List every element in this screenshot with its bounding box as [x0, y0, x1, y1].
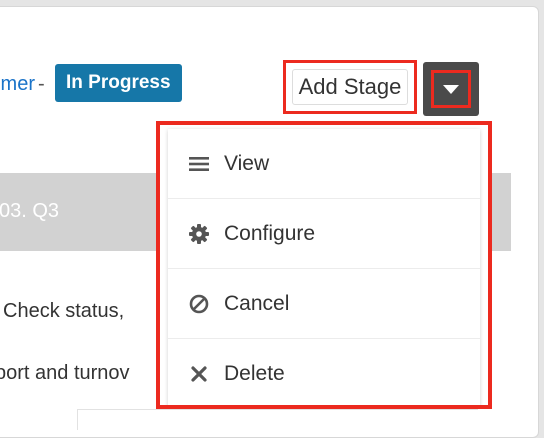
menu-item-view[interactable]: View — [168, 129, 480, 199]
actions-menu-list: View Configure Cancel Delete — [168, 129, 480, 405]
caret-down-icon — [443, 84, 459, 94]
menu-item-delete[interactable]: Delete — [168, 339, 480, 405]
menu-item-label: Configure — [224, 221, 316, 245]
dropdown-highlight — [431, 70, 471, 108]
menu-item-label: Cancel — [224, 291, 290, 315]
gear-icon — [188, 223, 210, 245]
cancel-circle-icon — [188, 293, 210, 315]
task-text[interactable]: Check status, — [3, 300, 124, 323]
menu-item-label: Delete — [224, 362, 285, 385]
menu-item-cancel[interactable]: Cancel — [168, 269, 480, 339]
menu-item-label: View — [224, 151, 270, 175]
add-stage-button[interactable]: Add Stage — [283, 60, 417, 114]
add-stage-label: Add Stage — [291, 69, 409, 105]
description-text: port and turnov — [0, 362, 130, 384]
status-badge: In Progress — [55, 64, 182, 102]
actions-menu: View Configure Cancel Delete — [156, 121, 492, 409]
actions-dropdown-toggle[interactable] — [423, 62, 479, 116]
stage-label: 03. Q3 — [0, 200, 60, 222]
title-separator: - — [38, 73, 45, 95]
x-icon — [188, 363, 210, 385]
customer-link[interactable]: Customer — [0, 73, 35, 96]
menu-item-configure[interactable]: Configure — [168, 199, 480, 269]
table-edge — [77, 409, 478, 430]
list-icon — [188, 153, 210, 175]
